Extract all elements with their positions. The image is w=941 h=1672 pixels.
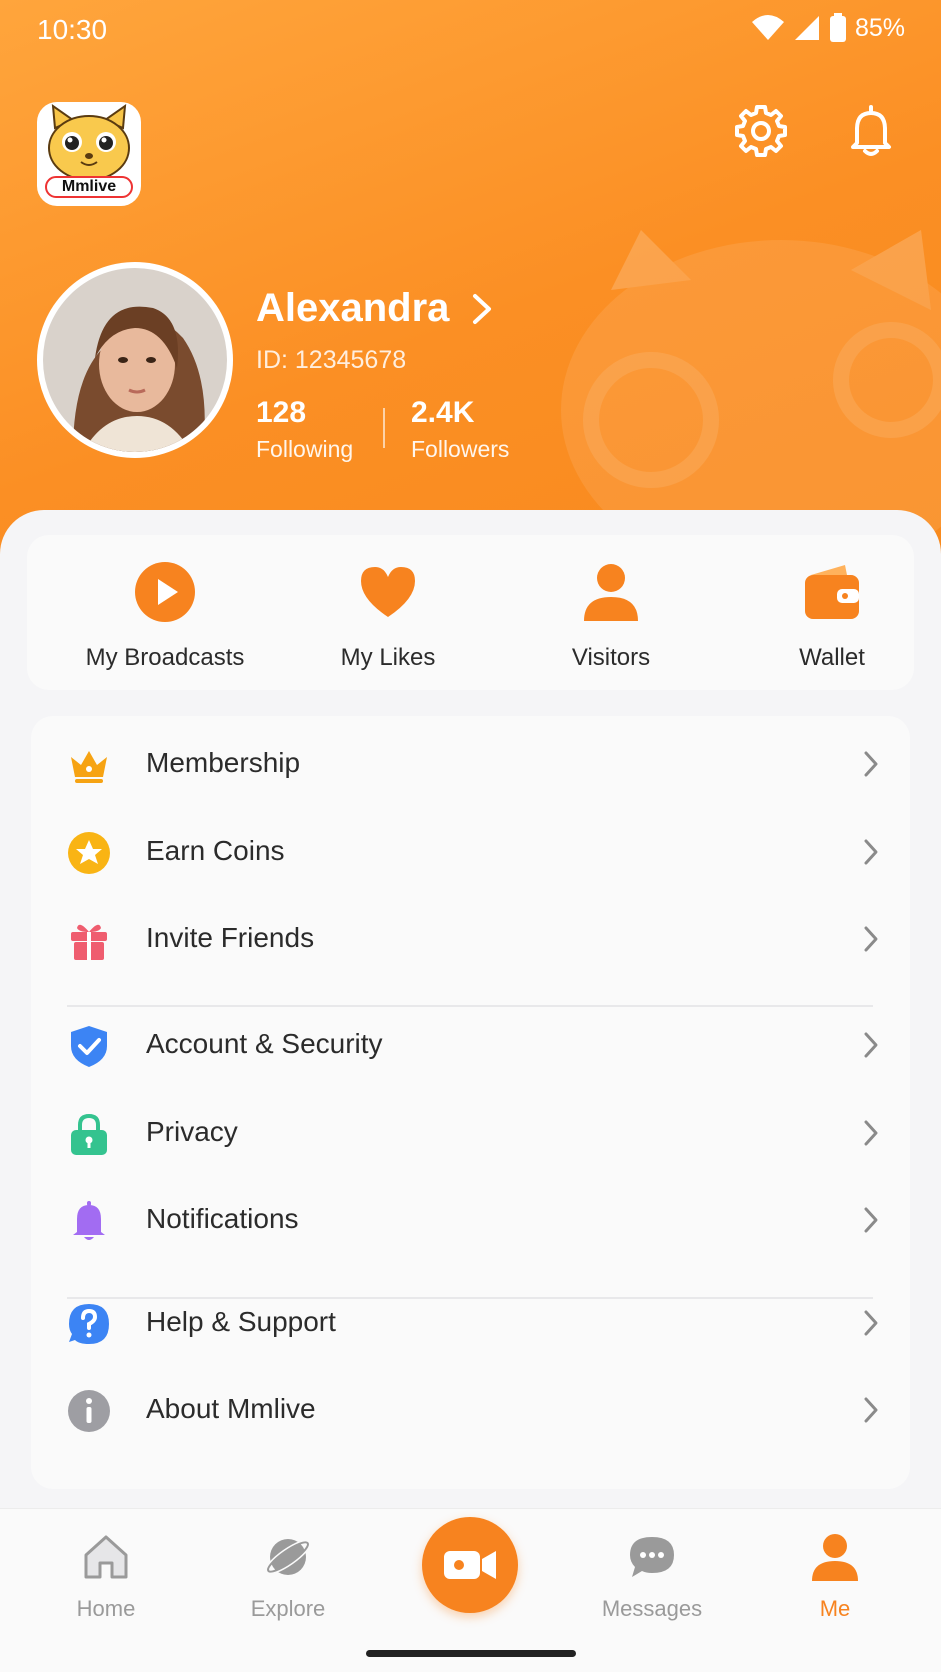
stats-divider <box>383 408 385 448</box>
notification-bell-icon[interactable] <box>843 103 899 159</box>
profile-id: ID: 12345678 <box>256 346 407 374</box>
settings-gear-icon[interactable] <box>733 103 789 159</box>
quick-actions-card: My Broadcasts My Likes Visitors Wallet <box>27 535 914 690</box>
menu-item-earn-coins[interactable]: Earn Coins <box>31 811 910 891</box>
menu-item-account-security[interactable]: Account & Security <box>31 1004 910 1084</box>
following-count[interactable]: 128 <box>256 396 306 430</box>
nav-label: Me <box>819 1596 851 1621</box>
person-icon <box>812 1534 858 1581</box>
menu-item-label: Earn Coins <box>146 835 285 866</box>
help-bubble-icon <box>69 1304 109 1344</box>
avatar-photo <box>43 268 227 452</box>
menu-item-label: About Mmlive <box>146 1393 316 1424</box>
menu-item-label: Notifications <box>146 1203 299 1234</box>
status-icons: 85% <box>751 13 905 43</box>
heart-icon <box>361 567 415 617</box>
menu-item-notifications[interactable]: Notifications <box>31 1179 910 1259</box>
chevron-right-icon <box>864 1120 878 1146</box>
quick-action-label: Wallet <box>799 644 865 671</box>
menu-item-invite-friends[interactable]: Invite Friends <box>31 898 910 978</box>
battery-icon <box>829 13 846 42</box>
quick-action-label: Visitors <box>571 644 651 671</box>
info-icon <box>68 1390 110 1432</box>
menu-item-about[interactable]: About Mmlive <box>31 1369 910 1449</box>
quick-action-label: My Broadcasts <box>85 644 245 671</box>
quick-action-label: My Likes <box>340 644 436 671</box>
following-label[interactable]: Following <box>256 436 353 463</box>
chevron-right-icon <box>864 1310 878 1336</box>
logo-wordmark: Mmlive <box>45 176 133 198</box>
shield-check-icon <box>71 1026 107 1067</box>
followers-count[interactable]: 2.4K <box>411 396 474 430</box>
nav-explore[interactable]: Explore <box>218 1531 358 1622</box>
go-live-button[interactable] <box>422 1517 518 1613</box>
nav-label: Messages <box>601 1596 703 1621</box>
bell-icon <box>73 1201 105 1240</box>
profile-name[interactable]: Alexandra <box>256 286 449 331</box>
nav-label: Home <box>76 1596 136 1621</box>
lock-icon <box>71 1113 107 1155</box>
settings-menu-card: Membership Earn Coins Invite Friends Acc… <box>31 716 910 1489</box>
status-bar: 10:30 85% <box>0 0 941 58</box>
menu-item-privacy[interactable]: Privacy <box>31 1092 910 1172</box>
home-indicator[interactable] <box>366 1650 576 1657</box>
person-icon <box>584 564 638 621</box>
chevron-right-icon <box>864 1207 878 1233</box>
quick-action-wallet[interactable]: Wallet <box>732 561 932 672</box>
live-camera-icon <box>444 1551 496 1579</box>
chevron-right-icon <box>864 1397 878 1423</box>
menu-item-label: Membership <box>146 747 301 778</box>
wifi-icon <box>751 15 784 40</box>
quick-action-visitors[interactable]: Visitors <box>511 561 711 672</box>
menu-item-label: Invite Friends <box>146 922 315 953</box>
play-circle-icon <box>135 562 195 622</box>
app-logo[interactable]: Mmlive <box>37 102 141 206</box>
chevron-right-icon <box>864 751 878 777</box>
menu-item-membership[interactable]: Membership <box>31 723 910 803</box>
menu-item-label: Help & Support <box>146 1306 336 1337</box>
quick-action-my-likes[interactable]: My Likes <box>288 561 488 672</box>
nav-home[interactable]: Home <box>36 1531 176 1622</box>
battery-percent: 85% <box>854 13 905 42</box>
chevron-right-icon[interactable] <box>470 292 494 326</box>
chat-bubble-icon <box>630 1537 674 1577</box>
followers-label[interactable]: Followers <box>411 436 509 463</box>
chevron-right-icon <box>864 926 878 952</box>
chevron-right-icon <box>864 839 878 865</box>
wallet-icon <box>805 565 859 619</box>
nav-me[interactable]: Me <box>765 1531 905 1622</box>
gift-icon <box>71 924 107 960</box>
profile-avatar[interactable] <box>37 262 233 458</box>
crown-icon <box>71 751 107 783</box>
status-time: 10:30 <box>37 14 108 45</box>
star-coin-icon <box>68 832 110 874</box>
menu-item-label: Privacy <box>146 1116 238 1147</box>
home-icon <box>84 1535 128 1579</box>
bottom-nav: Home Explore Messages Me <box>0 1508 941 1672</box>
nav-messages[interactable]: Messages <box>582 1531 722 1622</box>
chevron-right-icon <box>864 1032 878 1058</box>
menu-item-label: Account & Security <box>146 1028 383 1059</box>
nav-label: Explore <box>250 1596 326 1621</box>
planet-icon <box>264 1539 312 1575</box>
signal-icon <box>794 16 819 40</box>
menu-item-help-support[interactable]: Help & Support <box>31 1282 910 1362</box>
quick-action-my-broadcasts[interactable]: My Broadcasts <box>65 561 265 672</box>
